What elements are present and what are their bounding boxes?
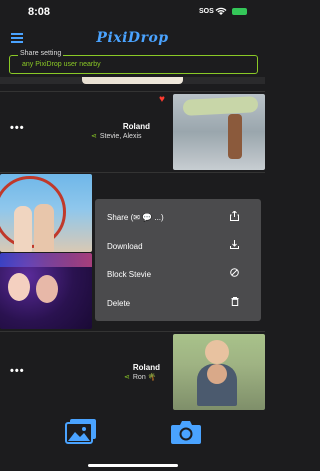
photo-thumbnail[interactable] <box>0 174 92 252</box>
menu-item-label: Delete <box>107 299 131 308</box>
bottom-toolbar <box>0 410 265 471</box>
divider <box>0 331 265 332</box>
app-header: PixiDrop <box>0 26 265 52</box>
home-indicator <box>88 464 178 467</box>
list-item: ••• Roland ⋖ Stevie, Alexis ♥ <box>0 92 265 172</box>
heart-icon[interactable]: ♥ <box>159 94 165 105</box>
photo-thumbnail[interactable] <box>0 253 92 329</box>
share-icon: ⋖ <box>91 133 97 140</box>
previous-item-strip <box>0 77 265 89</box>
recipients: ⋖ Ron 🌴 <box>124 374 157 381</box>
delete-menu-item[interactable]: Delete <box>95 291 261 315</box>
more-options-button[interactable]: ••• <box>10 122 25 134</box>
battery-icon <box>232 8 247 15</box>
download-icon <box>230 240 239 251</box>
share-setting-label: Share setting <box>18 50 64 57</box>
list-item: ••• Roland ⋖ Ron 🌴 <box>0 333 265 410</box>
status-bar: 8:08 SOS <box>0 0 265 26</box>
photo-thumbnail[interactable] <box>173 334 265 410</box>
recipients: ⋖ Stevie, Alexis <box>91 133 142 140</box>
download-menu-item[interactable]: Download <box>95 234 261 258</box>
menu-item-label: Share (✉ 💬 ...) <box>107 213 164 222</box>
menu-item-label: Block Stevie <box>107 270 152 279</box>
share-setting-value: any PixiDrop user nearby <box>22 61 101 68</box>
status-time: 8:08 <box>28 6 51 18</box>
share-icon <box>230 210 239 223</box>
sender-name: Roland <box>122 122 150 131</box>
share-setting-field[interactable]: Share setting any PixiDrop user nearby <box>9 50 258 74</box>
sos-indicator: SOS <box>199 8 214 15</box>
previous-photo[interactable] <box>82 77 183 84</box>
trash-icon <box>231 297 239 308</box>
share-icon: ⋖ <box>124 374 130 381</box>
sender-name: Roland <box>132 363 160 372</box>
photo-thumbnail[interactable] <box>173 94 265 170</box>
wifi-icon <box>215 7 227 15</box>
gallery-icon[interactable] <box>65 418 97 446</box>
camera-icon[interactable] <box>170 419 202 445</box>
block-icon <box>230 268 239 279</box>
share-menu-item[interactable]: Share (✉ 💬 ...) <box>95 205 261 229</box>
block-menu-item[interactable]: Block Stevie <box>95 262 261 286</box>
context-menu: Share (✉ 💬 ...) Download Block Stevie De… <box>95 199 261 321</box>
more-options-button[interactable]: ••• <box>10 365 25 377</box>
menu-item-label: Download <box>107 242 143 251</box>
app-title: PixiDrop <box>96 30 169 46</box>
